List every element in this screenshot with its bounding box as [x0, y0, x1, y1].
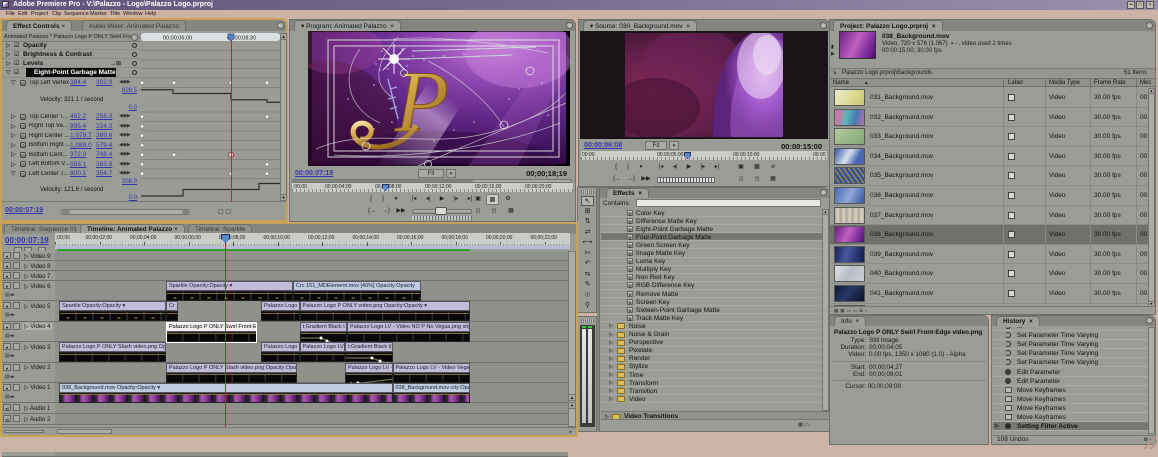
- svg-text:P: P: [394, 54, 449, 151]
- svg-text:00;00;06;00: 00;00;06;00: [163, 36, 192, 42]
